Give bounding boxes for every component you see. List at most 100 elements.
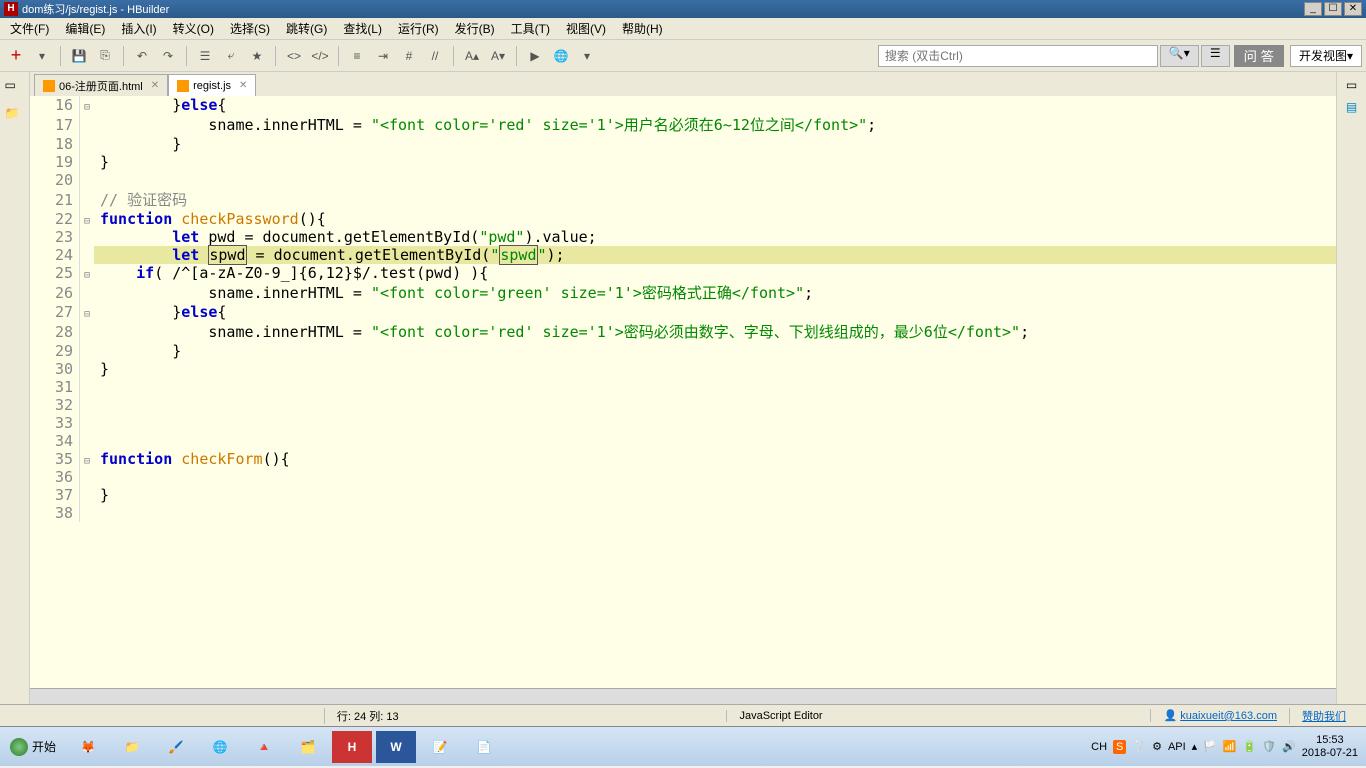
- wrap-button[interactable]: ⤶: [219, 44, 243, 68]
- start-button[interactable]: 开始: [0, 734, 66, 760]
- window-title: dom练习/js/regist.js - HBuilder: [22, 1, 1304, 17]
- save-button[interactable]: 💾: [67, 44, 91, 68]
- menu-item[interactable]: 帮助(H): [614, 18, 671, 39]
- taskbar-app-tools[interactable]: 🖌️: [156, 731, 196, 763]
- tray-api[interactable]: API: [1168, 741, 1186, 753]
- code-line[interactable]: 31: [30, 378, 1336, 396]
- code-line[interactable]: 36: [30, 468, 1336, 486]
- tray-sogou-icon[interactable]: S: [1113, 740, 1126, 754]
- search-opt-button[interactable]: ☰: [1201, 45, 1230, 67]
- view-selector[interactable]: 开发视图 ▾: [1290, 45, 1362, 67]
- menu-item[interactable]: 选择(S): [222, 18, 278, 39]
- code-line[interactable]: 28 sname.innerHTML = "<font color='red' …: [30, 321, 1336, 342]
- taskbar-app-word[interactable]: W: [376, 731, 416, 763]
- code-line[interactable]: 38: [30, 504, 1336, 522]
- tray-expand-icon[interactable]: ▴: [1192, 740, 1198, 753]
- close-button[interactable]: ✕: [1344, 2, 1362, 16]
- taskbar-app-explorer[interactable]: 📁: [112, 731, 152, 763]
- code-line[interactable]: 20: [30, 171, 1336, 189]
- comment-button[interactable]: //: [423, 44, 447, 68]
- file-icon: [177, 80, 189, 92]
- code-line[interactable]: 22⊟function checkPassword(){: [30, 210, 1336, 228]
- menu-item[interactable]: 工具(T): [503, 18, 558, 39]
- align-left-button[interactable]: ≡: [345, 44, 369, 68]
- format-button[interactable]: ☰: [193, 44, 217, 68]
- menu-item[interactable]: 跳转(G): [278, 18, 335, 39]
- code-line[interactable]: 23 let pwd = document.getElementById("pw…: [30, 228, 1336, 246]
- folder-icon[interactable]: 📁: [5, 106, 25, 126]
- tray-shield-icon[interactable]: 🛡️: [1262, 740, 1276, 753]
- font-dec-button[interactable]: A▾: [486, 44, 510, 68]
- tray-help-icon[interactable]: ❔: [1132, 740, 1146, 753]
- tray-battery-icon[interactable]: 🔋: [1243, 740, 1257, 753]
- run-button[interactable]: ▶: [523, 44, 547, 68]
- code-line[interactable]: 18 }: [30, 135, 1336, 153]
- more-button[interactable]: ▾: [575, 44, 599, 68]
- tag2-button[interactable]: </>: [308, 44, 332, 68]
- code-editor[interactable]: 16⊟ }else{17 sname.innerHTML = "<font co…: [30, 96, 1336, 688]
- new-dropdown[interactable]: ▾: [30, 44, 54, 68]
- tray-settings-icon[interactable]: ⚙: [1152, 740, 1162, 753]
- close-tab-icon[interactable]: ✕: [151, 80, 159, 91]
- save-all-button[interactable]: ⎘: [93, 44, 117, 68]
- code-line[interactable]: 19}: [30, 153, 1336, 171]
- tray-flag-icon[interactable]: 🏳️: [1203, 740, 1217, 753]
- menu-item[interactable]: 文件(F): [2, 18, 57, 39]
- code-line[interactable]: 33: [30, 414, 1336, 432]
- close-tab-icon[interactable]: ✕: [239, 80, 247, 91]
- tray-volume-icon[interactable]: 🔊: [1282, 740, 1296, 753]
- taskbar-app-folder[interactable]: 🗂️: [288, 731, 328, 763]
- taskbar-app-notepad[interactable]: 📝: [420, 731, 460, 763]
- font-inc-button[interactable]: A▴: [460, 44, 484, 68]
- tray-clock[interactable]: 15:53 2018-07-21: [1302, 734, 1358, 760]
- tag-button[interactable]: <>: [282, 44, 306, 68]
- taskbar-app-other[interactable]: 📄: [464, 731, 504, 763]
- code-line[interactable]: 27⊟ }else{: [30, 303, 1336, 321]
- menu-item[interactable]: 查找(L): [335, 18, 390, 39]
- sponsor-link[interactable]: 赞助我们: [1289, 708, 1358, 724]
- user-account[interactable]: 👤 kuaixueit@163.com: [1150, 709, 1289, 722]
- code-line[interactable]: 29 }: [30, 342, 1336, 360]
- outline-icon[interactable]: ▭: [1346, 78, 1357, 92]
- code-line[interactable]: 16⊟ }else{: [30, 96, 1336, 114]
- menu-item[interactable]: 插入(I): [113, 18, 164, 39]
- indent-button[interactable]: ⇥: [371, 44, 395, 68]
- code-line[interactable]: 32: [30, 396, 1336, 414]
- new-button[interactable]: +: [4, 44, 28, 68]
- minimize-button[interactable]: _: [1304, 2, 1322, 16]
- menu-item[interactable]: 发行(B): [447, 18, 503, 39]
- browser-button[interactable]: 🌐: [549, 44, 573, 68]
- menu-item[interactable]: 视图(V): [558, 18, 614, 39]
- star-button[interactable]: ★: [245, 44, 269, 68]
- sidebar-toggle-icon[interactable]: ▭: [5, 78, 25, 98]
- code-line[interactable]: 34: [30, 432, 1336, 450]
- hash-button[interactable]: #: [397, 44, 421, 68]
- menu-item[interactable]: 编辑(E): [57, 18, 113, 39]
- taskbar-app-firefox[interactable]: 🦊: [68, 731, 108, 763]
- code-line[interactable]: 25⊟ if( /^[a-zA-Z0-9_]{6,12}$/.test(pwd)…: [30, 264, 1336, 282]
- maximize-button[interactable]: ☐: [1324, 2, 1342, 16]
- code-line[interactable]: 17 sname.innerHTML = "<font color='red' …: [30, 114, 1336, 135]
- horizontal-scrollbar[interactable]: [30, 688, 1336, 704]
- snippet-icon[interactable]: ▤: [1346, 100, 1357, 114]
- code-line[interactable]: 24 let spwd = document.getElementById("s…: [30, 246, 1336, 264]
- undo-button[interactable]: ↶: [130, 44, 154, 68]
- code-line[interactable]: 21// 验证密码: [30, 189, 1336, 210]
- redo-button[interactable]: ↷: [156, 44, 180, 68]
- tray-net-icon[interactable]: 📶: [1223, 740, 1237, 753]
- menu-item[interactable]: 运行(R): [390, 18, 447, 39]
- taskbar-app-hbuilder[interactable]: H: [332, 731, 372, 763]
- tray-lang[interactable]: CH: [1091, 741, 1107, 753]
- editor-tab[interactable]: regist.js✕: [168, 74, 256, 96]
- search-input[interactable]: [878, 45, 1158, 67]
- search-button[interactable]: 🔍▾: [1160, 45, 1199, 67]
- code-line[interactable]: 37}: [30, 486, 1336, 504]
- taskbar-app-misc[interactable]: 🔺: [244, 731, 284, 763]
- code-line[interactable]: 35⊟function checkForm(){: [30, 450, 1336, 468]
- taskbar-app-chrome[interactable]: 🌐: [200, 731, 240, 763]
- ask-button[interactable]: 问 答: [1234, 45, 1284, 67]
- code-line[interactable]: 30}: [30, 360, 1336, 378]
- menu-item[interactable]: 转义(O): [165, 18, 222, 39]
- code-line[interactable]: 26 sname.innerHTML = "<font color='green…: [30, 282, 1336, 303]
- editor-tab[interactable]: 06-注册页面.html✕: [34, 74, 168, 96]
